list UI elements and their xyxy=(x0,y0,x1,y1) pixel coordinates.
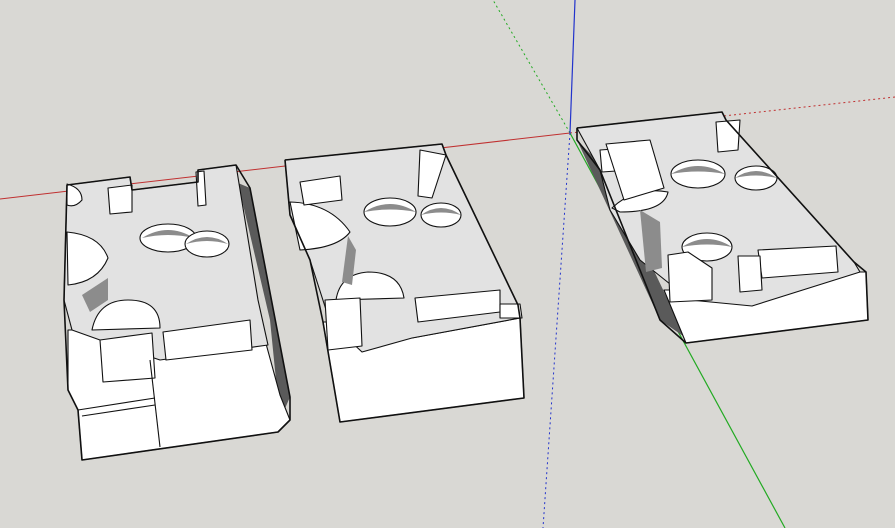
model-canvas[interactable] xyxy=(0,0,895,528)
left-part[interactable] xyxy=(63,164,291,461)
blue-axis-dotted xyxy=(542,132,571,528)
green-axis-dotted xyxy=(492,0,571,134)
middle-part[interactable] xyxy=(284,143,525,423)
3d-viewport[interactable] xyxy=(0,0,895,528)
right-part[interactable] xyxy=(576,111,869,344)
blue-axis-solid xyxy=(569,0,576,134)
